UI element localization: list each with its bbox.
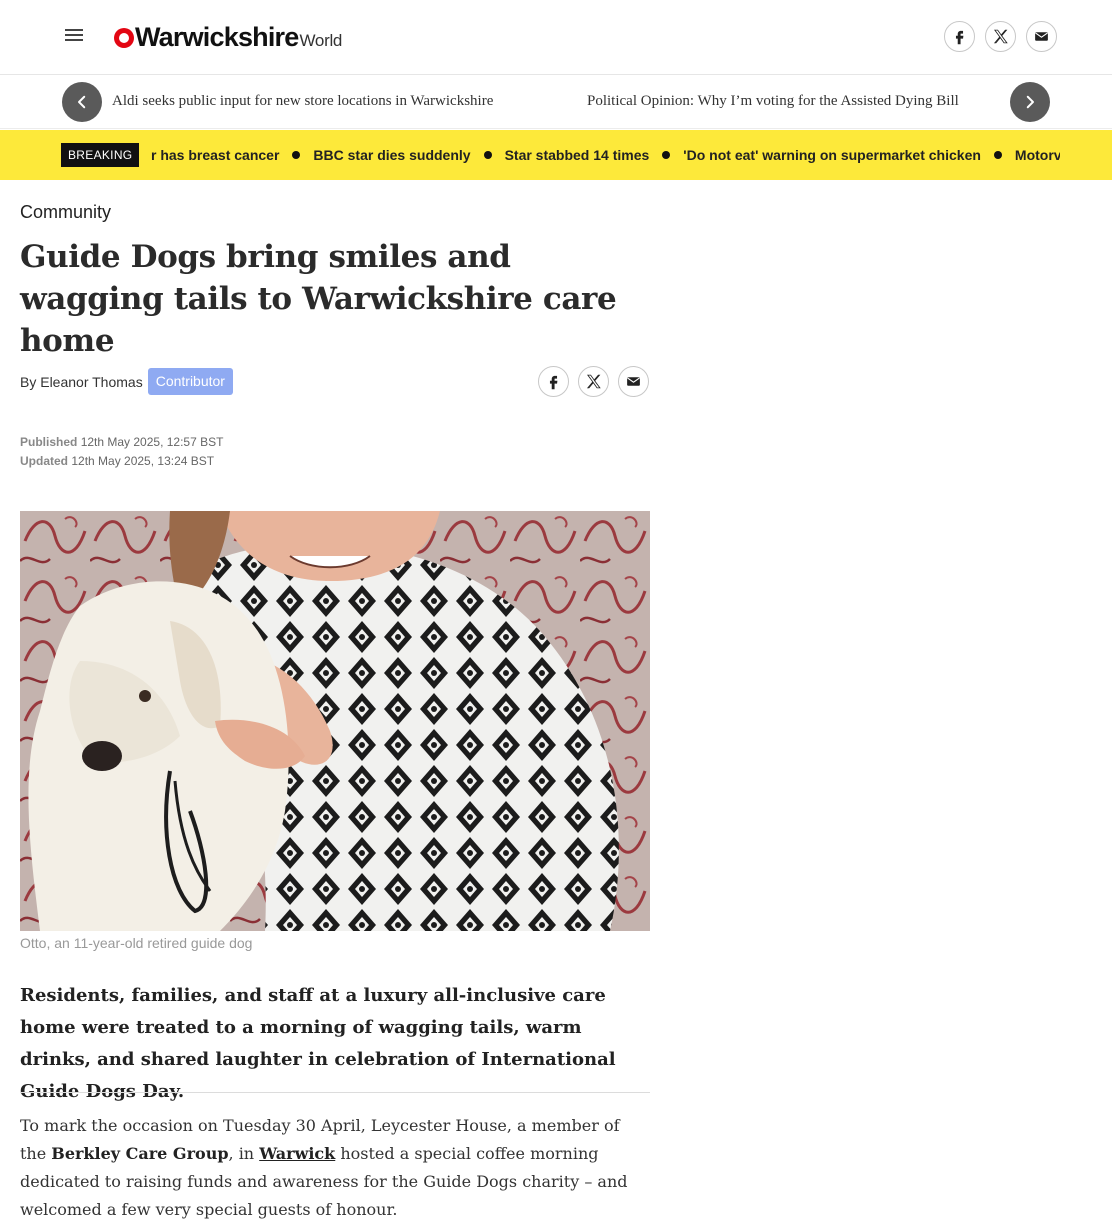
x-icon[interactable] [985, 21, 1016, 52]
site-header: Warwickshire World [0, 0, 1112, 75]
section-label[interactable]: Community [20, 202, 111, 223]
published-date: Published 12th May 2025, 12:57 BST [20, 435, 224, 449]
site-logo[interactable]: Warwickshire World [114, 22, 342, 52]
email-icon[interactable] [1026, 21, 1057, 52]
byline: By Eleanor Thomas Contributor [20, 368, 233, 395]
author-name[interactable]: Eleanor Thomas [40, 374, 142, 390]
ticker-item[interactable]: 'Do not eat' warning on supermarket chic… [683, 147, 981, 163]
breaking-label: BREAKING [61, 143, 140, 167]
hamburger-menu-icon[interactable] [62, 26, 86, 48]
ticker-separator [993, 151, 1002, 159]
photo-illustration [20, 511, 650, 931]
article-photo[interactable] [20, 511, 650, 931]
related-article-link[interactable]: Aldi seeks public input for new store lo… [112, 93, 493, 110]
related-article-link[interactable]: Political Opinion: Why I’m voting for th… [587, 93, 959, 110]
article-dates: Published 12th May 2025, 12:57 BST Updat… [20, 433, 223, 471]
logo-main-text: Warwickshire [135, 22, 299, 52]
photo-caption: Otto, an 11-year-old retired guide dog [20, 935, 253, 951]
ticker-separator [662, 151, 671, 159]
related-articles-strip: Aldi seeks public input for new store lo… [0, 75, 1112, 129]
ticker-separator [483, 151, 492, 159]
chevron-right-icon[interactable] [1010, 82, 1050, 122]
logo-mark [114, 28, 134, 48]
ticker-item[interactable]: Motorv [1015, 147, 1060, 163]
contributor-badge: Contributor [147, 368, 233, 395]
byline-prefix: By [20, 373, 37, 390]
ticker-separator [292, 151, 301, 159]
updated-date: Updated 12th May 2025, 13:24 BST [20, 454, 215, 468]
breaking-ticker: r has breast cancer BBC star dies suddenl… [151, 144, 1060, 166]
divider [20, 1092, 650, 1093]
facebook-icon[interactable] [538, 366, 569, 397]
article-paragraph: To mark the occasion on Tuesday 30 April… [20, 1116, 628, 1219]
article-headline: Guide Dogs bring smiles and wagging tail… [20, 239, 617, 359]
header-share-buttons [944, 21, 1057, 52]
ticker-item[interactable]: r has breast cancer [151, 147, 279, 163]
x-icon[interactable] [578, 366, 609, 397]
facebook-icon[interactable] [944, 21, 975, 52]
email-icon[interactable] [618, 366, 649, 397]
organisation-name: Berkley Care Group [51, 1144, 229, 1163]
article-share-buttons [538, 366, 649, 397]
chevron-left-icon[interactable] [62, 82, 102, 122]
ticker-item[interactable]: BBC star dies suddenly [313, 147, 470, 163]
breaking-news-bar: BREAKING r has breast cancer BBC star die… [0, 130, 1112, 180]
article-standfirst: Residents, families, and staff at a luxu… [20, 985, 616, 1102]
ticker-item[interactable]: Star stabbed 14 times [505, 147, 650, 163]
logo-sub-text: World [299, 31, 343, 50]
warwick-link[interactable]: Warwick [259, 1144, 335, 1163]
